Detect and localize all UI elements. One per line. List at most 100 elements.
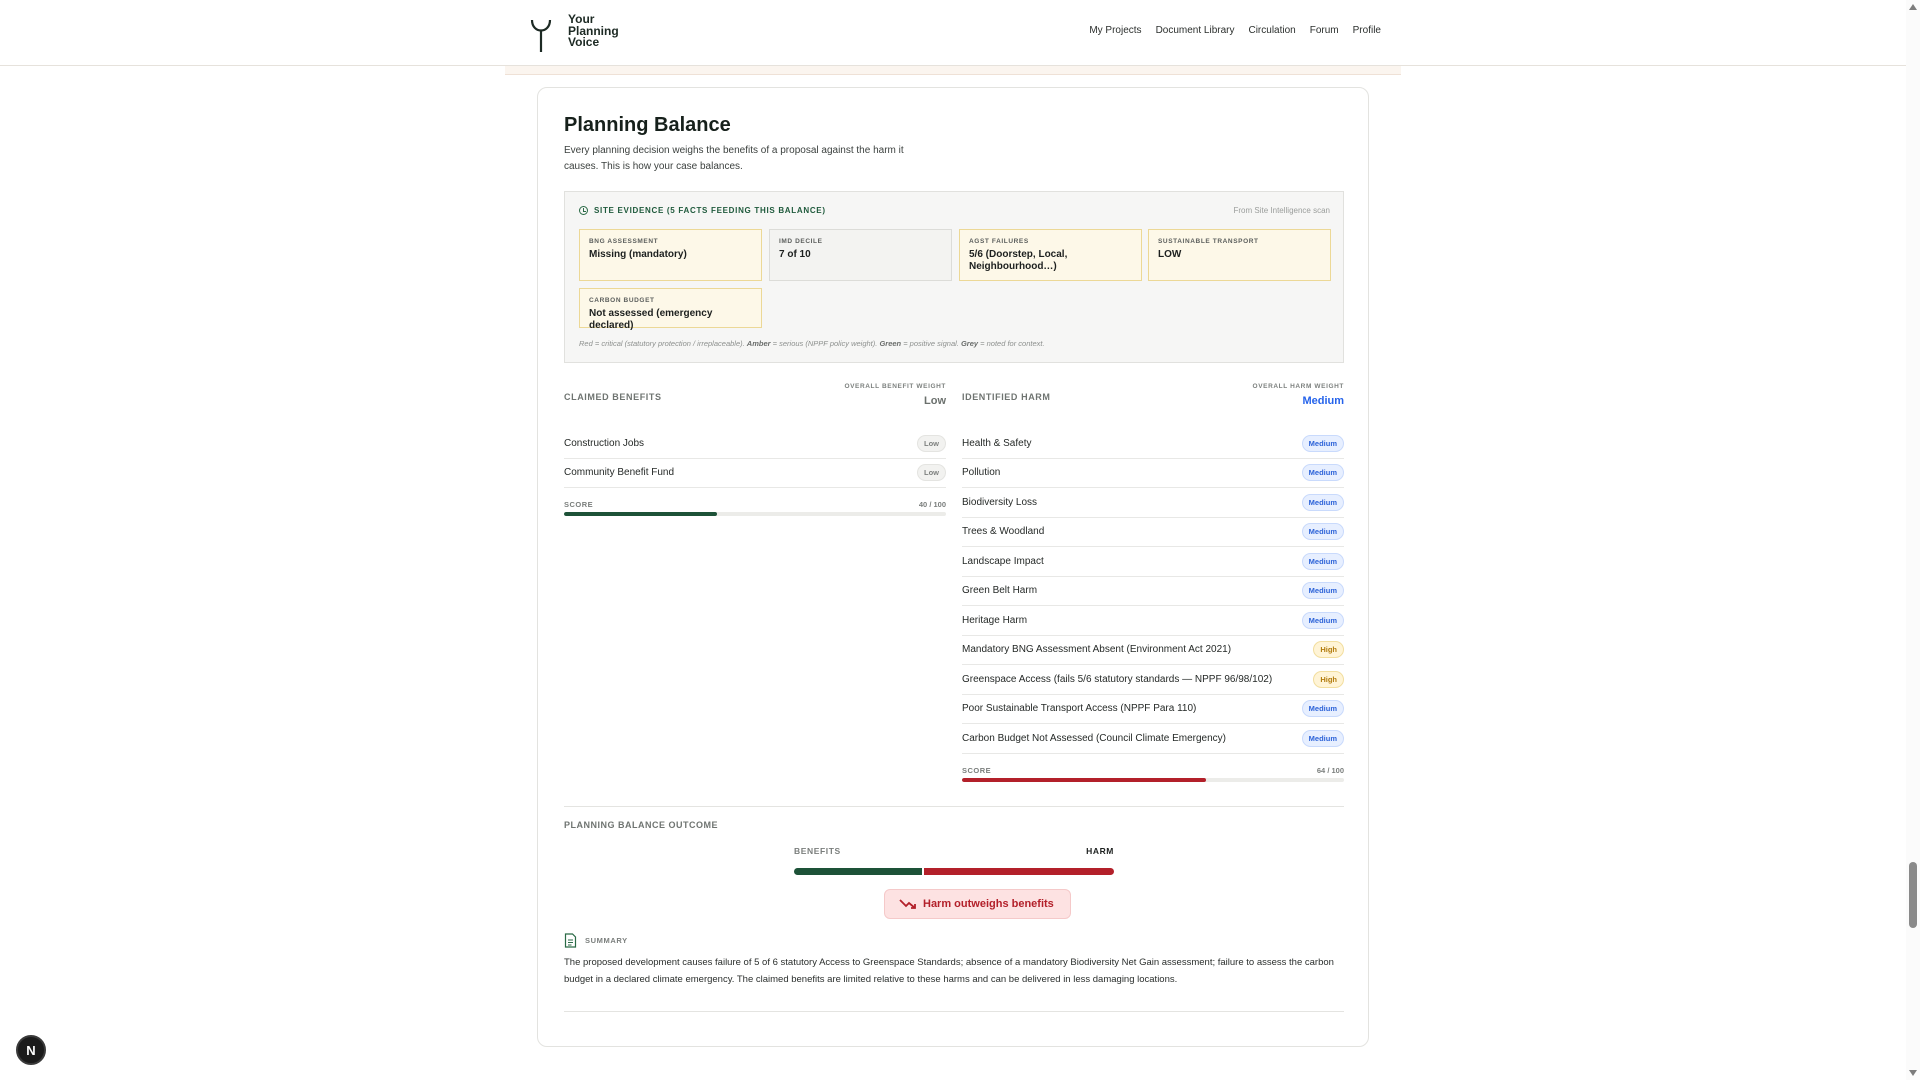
harm-row: Carbon Budget Not Assessed (Council Clim…: [962, 724, 1344, 754]
fact-card-imd: IMD Decile 7 of 10: [769, 229, 952, 281]
outcome-divider: [564, 806, 1344, 807]
fact-value: LOW: [1158, 249, 1182, 260]
fact-card-bng: BNG Assessment Missing (mandatory): [579, 229, 762, 281]
tuning-fork-logo-icon: [530, 19, 552, 52]
harm-row: Poor Sustainable Transport Access (NPPF …: [962, 695, 1344, 724]
harm-score-label: Score: [962, 765, 992, 775]
legend-grey-text: = noted for context.: [978, 339, 1045, 348]
benefit-row: Community Benefit Fund Low: [564, 459, 946, 488]
legend-amber-text: = serious (NPPF policy weight).: [770, 339, 880, 348]
verdict-text: Harm outweighs benefits: [923, 898, 1054, 910]
claimed-benefits-column: Claimed Benefits Overall Benefit Weight …: [564, 383, 946, 528]
harm-level-badge: Medium: [1301, 552, 1344, 570]
legend-red: Red: [579, 339, 593, 348]
legend-green: Green: [879, 339, 902, 348]
fact-label: BNG Assessment: [589, 238, 659, 245]
harm-level-badge: Medium: [1301, 611, 1344, 629]
summary-header: Summary: [564, 933, 628, 948]
harm-weight-value: Medium: [1302, 395, 1344, 407]
benefit-weight-label: Overall Benefit Weight: [844, 383, 946, 390]
balance-bar: [794, 868, 1114, 875]
summary-label: Summary: [585, 936, 628, 945]
card-title: Planning Balance: [564, 114, 731, 136]
document-icon: [564, 933, 577, 948]
benefit-name: Construction Jobs: [564, 437, 645, 449]
harm-name: Green Belt Harm: [962, 585, 1038, 597]
dev-tools-badge[interactable]: N: [16, 1035, 46, 1065]
harm-row: Pollution Medium: [962, 459, 1344, 488]
fact-card-agst: AGST Failures 5/6 (Doorstep, Local, Neig…: [959, 229, 1142, 281]
harm-level-badge: Medium: [1301, 464, 1344, 482]
harm-score-track: [962, 777, 1344, 782]
harm-row: Trees & Woodland Medium: [962, 518, 1344, 547]
balance-harm-label: Harm: [1086, 846, 1114, 856]
nav-forum[interactable]: Forum: [1310, 25, 1339, 36]
site-evidence-header: Site Evidence (5 facts feeding this bala…: [579, 206, 826, 215]
harm-level-badge: High: [1313, 670, 1344, 688]
harm-row: Green Belt Harm Medium: [962, 577, 1344, 606]
harm-level-badge: Medium: [1301, 523, 1344, 541]
harm-row: Heritage Harm Medium: [962, 606, 1344, 636]
harm-row: Biodiversity Loss Medium: [962, 488, 1344, 518]
harm-name: Greenspace Access (fails 5/6 statutory s…: [962, 673, 1273, 685]
nav-my-projects[interactable]: My Projects: [1089, 25, 1141, 36]
fact-card-carbon: Carbon Budget Not assessed (emergency de…: [579, 288, 762, 331]
harm-name: Pollution: [962, 467, 1001, 479]
harm-row: Mandatory BNG Assessment Absent (Environ…: [962, 636, 1344, 665]
harm-level-badge: Medium: [1301, 434, 1344, 452]
planning-balance-card: Planning Balance Every planning decision…: [537, 87, 1369, 1047]
site-evidence-title: Site Evidence (5 facts feeding this bala…: [594, 206, 826, 215]
benefit-level-badge: Low: [917, 434, 946, 452]
evidence-legend: Red = critical (statutory protection / i…: [579, 339, 1045, 348]
outcome-title: Planning Balance Outcome: [564, 820, 718, 830]
harm-name: Carbon Budget Not Assessed (Council Clim…: [962, 732, 1227, 744]
identified-harm-column: Identified Harm Overall Harm Weight Medi…: [962, 383, 1344, 794]
nav-profile[interactable]: Profile: [1353, 25, 1381, 36]
legend-amber: Amber: [746, 339, 771, 348]
benefit-row: Construction Jobs Low: [564, 429, 946, 459]
verdict-badge: Harm outweighs benefits: [884, 889, 1071, 919]
main-nav: My Projects Document Library Circulation…: [1089, 25, 1381, 36]
harm-level-badge: Medium: [1301, 582, 1344, 600]
site-evidence-panel: Site Evidence (5 facts feeding this bala…: [564, 191, 1344, 363]
benefit-list: Construction Jobs Low Community Benefit Fu…: [564, 429, 946, 488]
fact-value: Missing (mandatory): [589, 249, 687, 260]
trending-down-icon: [899, 899, 916, 909]
harm-title: Identified Harm: [962, 392, 1051, 402]
vertical-scrollbar[interactable]: [1906, 0, 1920, 1080]
benefit-score-fill: [564, 512, 717, 516]
benefit-score-label: Score: [564, 500, 594, 509]
check-circle-icon: [579, 206, 588, 215]
harm-row: Landscape Impact Medium: [962, 547, 1344, 577]
balance-scale: Benefits Harm: [794, 846, 1114, 886]
nav-document-library[interactable]: Document Library: [1156, 25, 1235, 36]
benefit-level-badge: Low: [917, 464, 946, 482]
harm-name: Mandatory BNG Assessment Absent (Environ…: [962, 644, 1232, 656]
summary-text: The proposed development causes failure …: [564, 957, 1334, 985]
brand-logo[interactable]: Your Planning Voice: [526, 13, 638, 54]
fact-label: Carbon Budget: [589, 297, 655, 304]
harm-level-badge: High: [1313, 641, 1344, 659]
balance-benefits-label: Benefits: [794, 846, 841, 856]
nav-circulation[interactable]: Circulation: [1248, 25, 1295, 36]
harm-name: Poor Sustainable Transport Access (NPPF …: [962, 703, 1197, 715]
harm-row: Health & Safety Medium: [962, 429, 1344, 459]
fact-label: Sustainable Transport: [1158, 238, 1259, 245]
fact-value: 7 of 10: [779, 249, 811, 260]
harm-level-badge: Medium: [1301, 700, 1344, 718]
previous-section-edge: [505, 66, 1401, 75]
balance-benefit-segment: [794, 868, 922, 875]
harm-level-badge: Medium: [1301, 729, 1344, 747]
scroll-up-arrow-icon[interactable]: [1909, 4, 1917, 10]
fact-label: AGST Failures: [969, 238, 1029, 245]
harm-name: Biodiversity Loss: [962, 496, 1038, 508]
scroll-down-arrow-icon[interactable]: [1909, 1070, 1917, 1076]
scrollbar-thumb[interactable]: [1909, 862, 1917, 928]
card-description: Every planning decision weighs the benef…: [564, 145, 904, 172]
benefits-title: Claimed Benefits: [564, 392, 662, 402]
fact-card-transport: Sustainable Transport LOW: [1148, 229, 1331, 281]
balance-harm-segment: [922, 868, 1114, 875]
benefit-score-track: [564, 512, 946, 516]
site-evidence-source: From Site Intelligence scan: [1233, 206, 1331, 215]
harm-score-fill: [962, 777, 1207, 782]
